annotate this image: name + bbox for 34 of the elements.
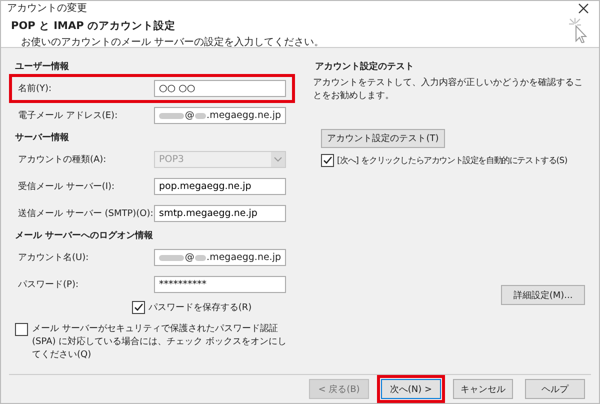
- chevron-down-icon: [274, 157, 282, 162]
- test-button[interactable]: アカウント設定のテスト(T): [321, 129, 445, 148]
- field-label: アカウントの種類(A):: [18, 154, 106, 166]
- checkbox[interactable]: [132, 301, 146, 314]
- description-text: アカウントをテストして、入力内容が正しいかどうかを確認することをお勧めします。: [313, 77, 584, 103]
- page-subtitle: お使いのアカウントのメール サーバーの設定を入力してください。: [20, 36, 324, 49]
- more-settings-button[interactable]: 詳細設定(M)...: [501, 285, 585, 305]
- field-label: アカウント名(U):: [18, 252, 89, 264]
- dialog-button[interactable]: 次へ(N) >: [381, 379, 441, 399]
- checkbox-label: [次へ] をクリックしたらアカウント設定を自動的にテストする(S): [337, 155, 568, 166]
- close-icon[interactable]: [578, 2, 589, 14]
- checkbox[interactable]: [15, 323, 28, 336]
- input-field[interactable]: pop.megaegg.ne.jp: [154, 178, 286, 195]
- section-heading: アカウント設定のテスト: [315, 60, 415, 73]
- field-label: 名前(Y):: [18, 82, 52, 95]
- input-field[interactable]: **********: [154, 276, 286, 293]
- window-title: アカウントの変更: [7, 2, 87, 15]
- input-field[interactable]: ○○ ○○: [154, 80, 286, 97]
- field-label: 受信メール サーバー(I):: [18, 180, 115, 193]
- dialog-button[interactable]: キャンセル: [453, 379, 513, 399]
- input-field[interactable]: @ .megaegg.ne.jp: [154, 107, 286, 124]
- page-title: POP と IMAP のアカウント設定: [11, 19, 176, 33]
- checkbox-label: パスワードを保存する(R): [148, 302, 252, 314]
- input-field[interactable]: smtp.megaegg.ne.jp: [154, 205, 286, 222]
- section-heading: メール サーバーへのログオン情報: [15, 230, 154, 242]
- section-heading: サーバー情報: [15, 132, 70, 144]
- field-label: 送信メール サーバー (SMTP)(O):: [18, 208, 154, 220]
- field-label: パスワード(P):: [18, 279, 78, 291]
- checkbox[interactable]: [321, 154, 334, 167]
- input-field[interactable]: @ .megaegg.ne.jp: [154, 249, 286, 266]
- section-heading: ユーザー情報: [15, 60, 70, 73]
- checkbox-label: メール サーバーがセキュリティで保護されたパスワード認証 (SPA) に対応している場合には、チェック ボックスをオンにしてください(Q): [32, 323, 288, 362]
- field-label: 電子メール アドレス(E):: [18, 110, 118, 122]
- dialog-button[interactable]: ヘルプ: [525, 379, 585, 399]
